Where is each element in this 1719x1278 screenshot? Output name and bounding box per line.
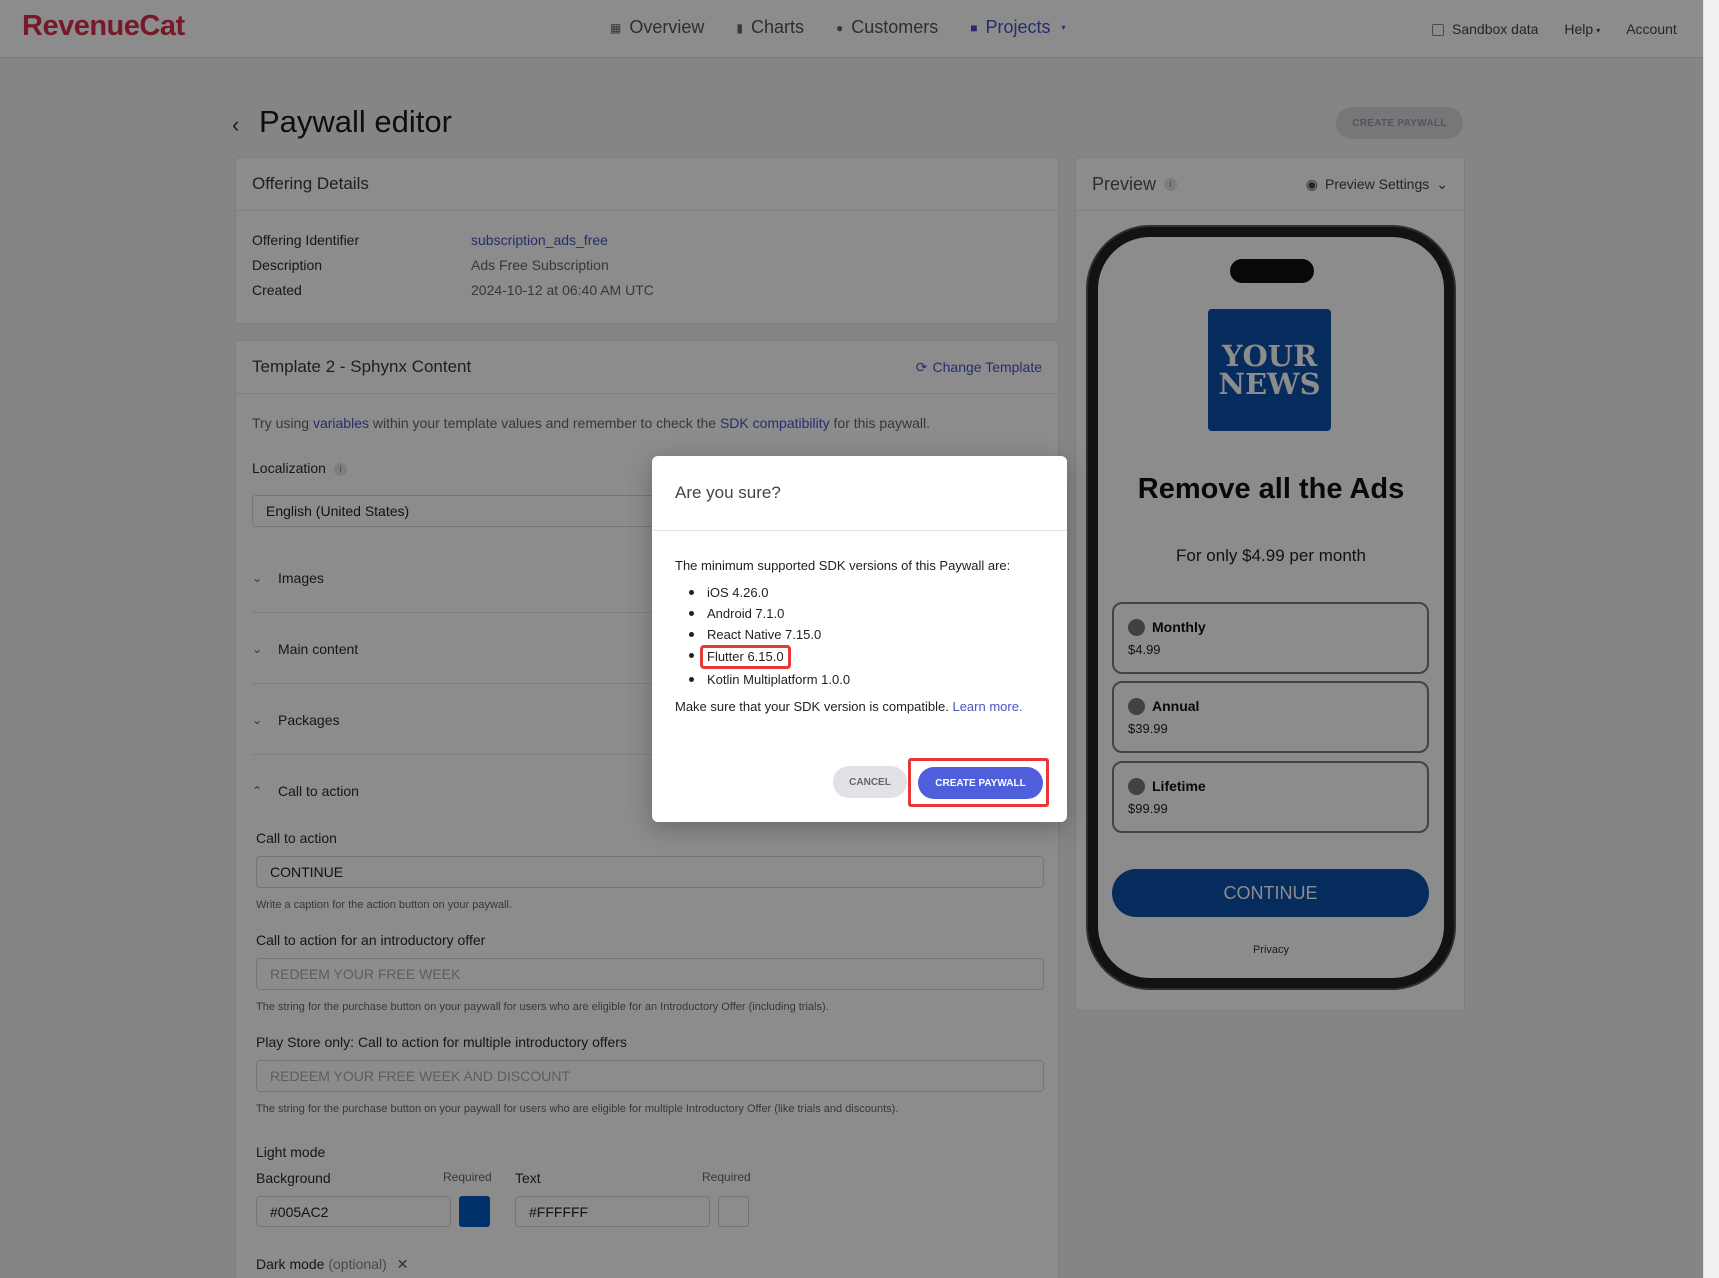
sdk-version-list: iOS 4.26.0 Android 7.1.0 React Native 7.… bbox=[675, 582, 1050, 690]
list-item: Kotlin Multiplatform 1.0.0 bbox=[675, 669, 1050, 690]
create-paywall-highlight: CREATE PAYWALL bbox=[908, 758, 1049, 807]
list-item: Android 7.1.0 bbox=[675, 603, 1050, 624]
highlighted-flutter-version: Flutter 6.15.0 bbox=[700, 645, 791, 669]
list-item: Flutter 6.15.0 bbox=[675, 645, 1050, 669]
cancel-button[interactable]: CANCEL bbox=[833, 766, 907, 798]
dialog-body: The minimum supported SDK versions of th… bbox=[675, 558, 1050, 714]
confirm-dialog: Are you sure? The minimum supported SDK … bbox=[652, 456, 1067, 822]
compatibility-note: Make sure that your SDK version is compa… bbox=[675, 699, 1023, 714]
page-scrollbar[interactable] bbox=[1703, 0, 1719, 1278]
dialog-intro: The minimum supported SDK versions of th… bbox=[675, 558, 1011, 573]
list-item: React Native 7.15.0 bbox=[675, 624, 1050, 645]
learn-more-link[interactable]: Learn more. bbox=[952, 699, 1022, 714]
list-item: iOS 4.26.0 bbox=[675, 582, 1050, 603]
dialog-title: Are you sure? bbox=[652, 456, 1067, 531]
create-paywall-button[interactable]: CREATE PAYWALL bbox=[918, 767, 1043, 799]
